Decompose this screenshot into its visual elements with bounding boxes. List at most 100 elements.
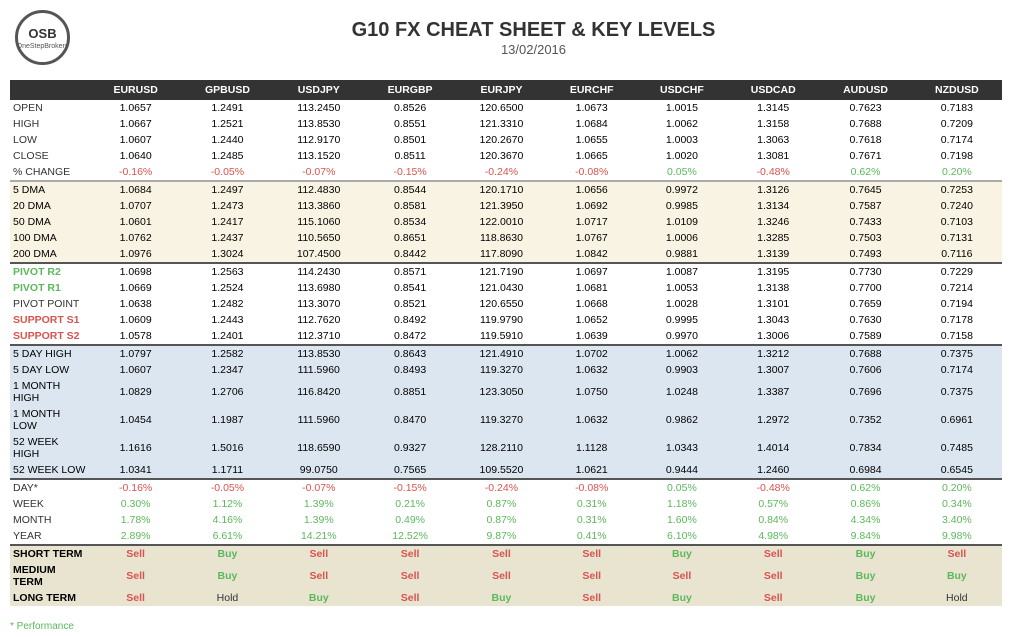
row-label: DAY*	[10, 480, 90, 496]
row-label: YEAR	[10, 528, 90, 545]
table-row: 5 DAY HIGH1.07971.2582113.85300.8643121.…	[10, 346, 1002, 362]
cell-value: 121.7190	[456, 264, 546, 280]
cell-value: 0.8470	[364, 406, 456, 434]
cell-value: 0.8526	[364, 100, 456, 116]
cell-value: 0.7700	[819, 280, 911, 296]
cell-value: 1.0668	[547, 296, 637, 312]
row-label: HIGH	[10, 116, 90, 132]
cell-value: 0.7194	[912, 296, 1002, 312]
cell-value: 0.7178	[912, 312, 1002, 328]
table-row: LONG TERMSellHoldBuySellBuySellBuySellBu…	[10, 590, 1002, 606]
signal-cell: Buy	[181, 562, 273, 590]
cell-value: 1.0632	[547, 362, 637, 378]
row-label: MONTH	[10, 512, 90, 528]
cell-value: 1.3139	[727, 246, 819, 263]
logo: OSB OneStepBrokers	[15, 10, 70, 65]
cell-value: 1.0669	[90, 280, 181, 296]
table-row: HIGH1.06671.2521113.85300.8551121.33101.…	[10, 116, 1002, 132]
cell-value: 12.52%	[364, 528, 456, 545]
cell-value: 112.4830	[274, 182, 364, 198]
cell-value: 0.7253	[912, 182, 1002, 198]
cell-value: 99.0750	[274, 462, 364, 479]
col-gpbusd: GPBUSD	[181, 80, 273, 100]
cell-value: 9.84%	[819, 528, 911, 545]
cell-value: -0.15%	[364, 164, 456, 181]
signal-cell: Buy	[181, 546, 273, 562]
cell-value: 1.3246	[727, 214, 819, 230]
cell-value: 111.5960	[274, 406, 364, 434]
table-row: 100 DMA1.07621.2437110.56500.8651118.863…	[10, 230, 1002, 246]
cell-value: 1.2460	[727, 462, 819, 479]
row-label: 20 DMA	[10, 198, 90, 214]
cell-value: 1.39%	[274, 496, 364, 512]
cell-value: 114.2430	[274, 264, 364, 280]
cell-value: 1.18%	[637, 496, 727, 512]
cell-value: 1.2417	[181, 214, 273, 230]
footer-note: * Performance	[0, 616, 1012, 637]
cell-value: 1.1128	[547, 434, 637, 462]
col-usdchf: USDCHF	[637, 80, 727, 100]
cell-value: 0.8493	[364, 362, 456, 378]
cell-value: 0.7696	[819, 378, 911, 406]
cell-value: 14.21%	[274, 528, 364, 545]
cell-value: -0.07%	[274, 164, 364, 181]
cell-value: 1.2524	[181, 280, 273, 296]
cell-value: -0.48%	[727, 164, 819, 181]
cell-value: 115.1060	[274, 214, 364, 230]
cell-value: 107.4500	[274, 246, 364, 263]
cell-value: 3.40%	[912, 512, 1002, 528]
cell-value: 1.39%	[274, 512, 364, 528]
cell-value: 0.7375	[912, 378, 1002, 406]
cell-value: 9.98%	[912, 528, 1002, 545]
cell-value: 1.0053	[637, 280, 727, 296]
cell-value: 113.1520	[274, 148, 364, 164]
cell-value: 0.8534	[364, 214, 456, 230]
cell-value: 1.78%	[90, 512, 181, 528]
cell-value: 0.7214	[912, 280, 1002, 296]
cell-value: 0.7645	[819, 182, 911, 198]
cell-value: 1.3285	[727, 230, 819, 246]
signal-cell: Sell	[90, 590, 181, 606]
cell-value: 112.3710	[274, 328, 364, 345]
cell-value: 0.6545	[912, 462, 1002, 479]
header-area: OSB OneStepBrokers G10 FX CHEAT SHEET & …	[0, 0, 1012, 75]
cell-value: 0.7240	[912, 198, 1002, 214]
cell-value: 121.3310	[456, 116, 546, 132]
row-label: 52 WEEK LOW	[10, 462, 90, 479]
signal-cell: Sell	[727, 546, 819, 562]
cell-value: 0.9444	[637, 462, 727, 479]
cell-value: 0.7565	[364, 462, 456, 479]
cell-value: 1.0632	[547, 406, 637, 434]
cell-value: 113.3070	[274, 296, 364, 312]
col-usdjpy: USDJPY	[274, 80, 364, 100]
cell-value: 112.7620	[274, 312, 364, 328]
cell-value: 1.0607	[90, 132, 181, 148]
cell-value: 1.2521	[181, 116, 273, 132]
cell-value: 0.7606	[819, 362, 911, 378]
cell-value: 1.2473	[181, 198, 273, 214]
signal-cell: Sell	[547, 590, 637, 606]
cell-value: 1.1711	[181, 462, 273, 479]
table-row: 1 MONTH HIGH1.08291.2706116.84200.885112…	[10, 378, 1002, 406]
date-title: 13/02/2016	[70, 42, 997, 57]
col-eurgbp: EURGBP	[364, 80, 456, 100]
cell-value: 0.62%	[819, 164, 911, 181]
cell-value: 121.4910	[456, 346, 546, 362]
cell-value: -0.05%	[181, 164, 273, 181]
cell-value: 1.0020	[637, 148, 727, 164]
cell-value: 0.05%	[637, 480, 727, 496]
signal-cell: Buy	[637, 546, 727, 562]
cell-value: 1.0607	[90, 362, 181, 378]
row-label: CLOSE	[10, 148, 90, 164]
col-eurusd: EURUSD	[90, 80, 181, 100]
cell-value: 0.7131	[912, 230, 1002, 246]
cell-value: 1.3158	[727, 116, 819, 132]
row-label: WEEK	[10, 496, 90, 512]
cell-value: 1.3145	[727, 100, 819, 116]
cell-value: 0.7630	[819, 312, 911, 328]
cell-value: 1.1987	[181, 406, 273, 434]
cell-value: 0.8442	[364, 246, 456, 263]
cell-value: 0.6984	[819, 462, 911, 479]
cell-value: 1.1616	[90, 434, 181, 462]
row-label: SUPPORT S2	[10, 328, 90, 345]
